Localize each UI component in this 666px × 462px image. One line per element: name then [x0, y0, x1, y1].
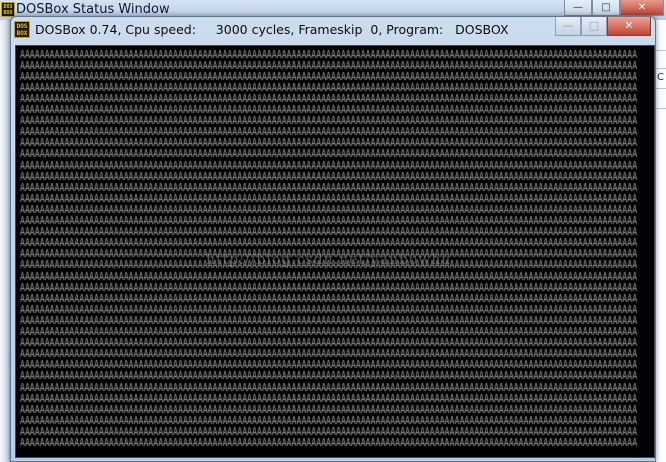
- dosbox-window-controls: — □ ✕: [555, 17, 651, 36]
- close-icon: ✕: [637, 2, 647, 13]
- minimize-button[interactable]: —: [564, 0, 592, 16]
- close-button[interactable]: ✕: [620, 0, 664, 16]
- status-window-controls: — □ ✕: [564, 0, 664, 16]
- maximize-icon: □: [601, 2, 611, 13]
- dosbox-icon: DOS BOX: [1, 2, 15, 17]
- dosbox-window-title: DOSBox 0.74, Cpu speed: 3000 cycles, Fra…: [35, 22, 509, 37]
- close-icon: ✕: [624, 19, 634, 32]
- status-window-edge-text: C: [657, 72, 664, 83]
- maximize-icon: □: [588, 19, 600, 32]
- maximize-button[interactable]: □: [581, 17, 607, 36]
- maximize-button[interactable]: □: [592, 0, 620, 16]
- close-button[interactable]: ✕: [607, 17, 651, 36]
- status-window-left-edge: [0, 20, 9, 462]
- dosbox-icon: DOS BOX: [14, 21, 30, 38]
- dosbox-window: DOS BOX DOSBox 0.74, Cpu speed: 3000 cyc…: [10, 16, 656, 462]
- status-window-right-edge: C: [656, 20, 666, 462]
- watermark: http://blog.csdn.net/yanbowhu: [206, 252, 452, 268]
- minimize-button[interactable]: —: [555, 17, 581, 36]
- dosbox-screen[interactable]: http://blog.csdn.net/yanbowhu: [15, 45, 655, 458]
- minimize-icon: —: [562, 19, 574, 32]
- status-window-title: DOSBox Status Window: [16, 2, 170, 17]
- minimize-icon: —: [573, 2, 583, 13]
- dosbox-window-titlebar[interactable]: DOS BOX DOSBox 0.74, Cpu speed: 3000 cyc…: [11, 17, 655, 43]
